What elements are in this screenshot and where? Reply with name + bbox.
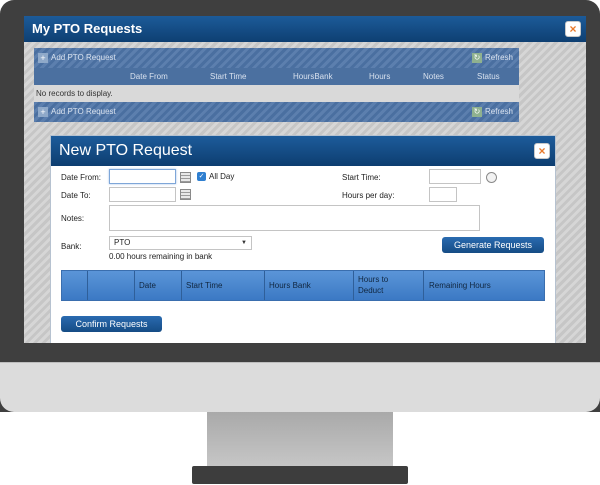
column-divider: [181, 271, 182, 300]
column-header[interactable]: HoursBank: [293, 68, 333, 85]
add-icon: +: [38, 52, 48, 63]
add-pto-request-label: Add PTO Request: [51, 107, 116, 116]
grid-empty-message: No records to display.: [34, 85, 519, 102]
dialog-close-button[interactable]: ×: [534, 143, 550, 159]
window-title-bar: My PTO Requests: [24, 16, 586, 42]
refresh-icon: ↻: [471, 52, 482, 63]
start-time-label: Start Time:: [342, 173, 381, 182]
close-icon: ×: [569, 22, 577, 36]
column-divider: [353, 271, 354, 300]
bank-remaining-text: 0.00 hours remaining in bank: [109, 252, 213, 261]
date-to-input[interactable]: [109, 187, 176, 202]
add-icon: +: [38, 106, 48, 117]
bank-label: Bank:: [61, 242, 82, 251]
bank-select[interactable]: PTO ▼: [109, 236, 252, 250]
dialog-title-bar: New PTO Request: [51, 136, 555, 166]
table-column-header[interactable]: Start Time: [186, 271, 222, 300]
date-to-label: Date To:: [61, 191, 91, 200]
bank-selected-value: PTO: [114, 238, 131, 247]
table-column-header[interactable]: Hours Bank: [269, 271, 311, 300]
column-header[interactable]: Status: [477, 68, 500, 85]
all-day-checkbox[interactable]: ✓: [197, 172, 206, 181]
refresh-label: Refresh: [484, 53, 513, 62]
hours-per-day-label: Hours per day:: [342, 191, 395, 200]
window-title: My PTO Requests: [32, 21, 143, 36]
all-day-label: All Day: [209, 172, 235, 181]
calendar-icon[interactable]: [180, 189, 191, 200]
generate-requests-button[interactable]: Generate Requests: [442, 237, 544, 253]
column-header[interactable]: Notes: [423, 68, 444, 85]
add-pto-request-button[interactable]: + Add PTO Request: [38, 102, 116, 122]
refresh-icon: ↻: [471, 106, 482, 117]
refresh-label: Refresh: [484, 107, 513, 116]
confirm-requests-button[interactable]: Confirm Requests: [61, 316, 162, 332]
generated-requests-table-header: Date Start Time Hours Bank Hours to Dedu…: [61, 270, 545, 301]
refresh-button[interactable]: ↻ Refresh: [471, 48, 513, 68]
grid-header-row: Date From Start Time HoursBank Hours Not…: [34, 68, 519, 85]
new-pto-request-dialog: New PTO Request × Date From: ✓ All Day S…: [50, 135, 556, 343]
monitor-stand-neck: [207, 412, 393, 468]
table-column-header[interactable]: Date: [139, 271, 156, 300]
start-time-input[interactable]: [429, 169, 481, 184]
dropdown-arrow-icon: ▼: [241, 240, 247, 246]
screen: My PTO Requests × + Add PTO Request ↻ Refr…: [24, 16, 586, 343]
grid-command-bar-top: + Add PTO Request ↻ Refresh: [34, 48, 519, 68]
window-close-button[interactable]: ×: [565, 21, 581, 37]
column-divider: [423, 271, 424, 300]
table-column-header[interactable]: Remaining Hours: [429, 271, 491, 300]
add-pto-request-label: Add PTO Request: [51, 53, 116, 62]
column-divider: [134, 271, 135, 300]
column-header[interactable]: Date From: [130, 68, 168, 85]
hours-per-day-input[interactable]: [429, 187, 457, 202]
column-header[interactable]: Start Time: [210, 68, 246, 85]
refresh-button[interactable]: ↻ Refresh: [471, 102, 513, 122]
monitor-stand-base: [192, 466, 408, 484]
date-from-input[interactable]: [109, 169, 176, 184]
dialog-title: New PTO Request: [59, 142, 193, 159]
column-divider: [264, 271, 265, 300]
date-from-label: Date From:: [61, 173, 102, 182]
pto-grid: + Add PTO Request ↻ Refresh Date From Star…: [34, 48, 519, 122]
table-column-header[interactable]: Hours to Deduct: [358, 274, 404, 296]
clock-icon[interactable]: [486, 172, 497, 183]
column-header[interactable]: Hours: [369, 68, 390, 85]
monitor-chin: [0, 362, 600, 412]
grid-command-bar-bottom: + Add PTO Request ↻ Refresh: [34, 102, 519, 122]
column-divider: [87, 271, 88, 300]
notes-textarea[interactable]: [109, 205, 480, 231]
close-icon: ×: [538, 144, 546, 158]
add-pto-request-button[interactable]: + Add PTO Request: [38, 48, 116, 68]
notes-label: Notes:: [61, 214, 85, 223]
calendar-icon[interactable]: [180, 172, 191, 183]
